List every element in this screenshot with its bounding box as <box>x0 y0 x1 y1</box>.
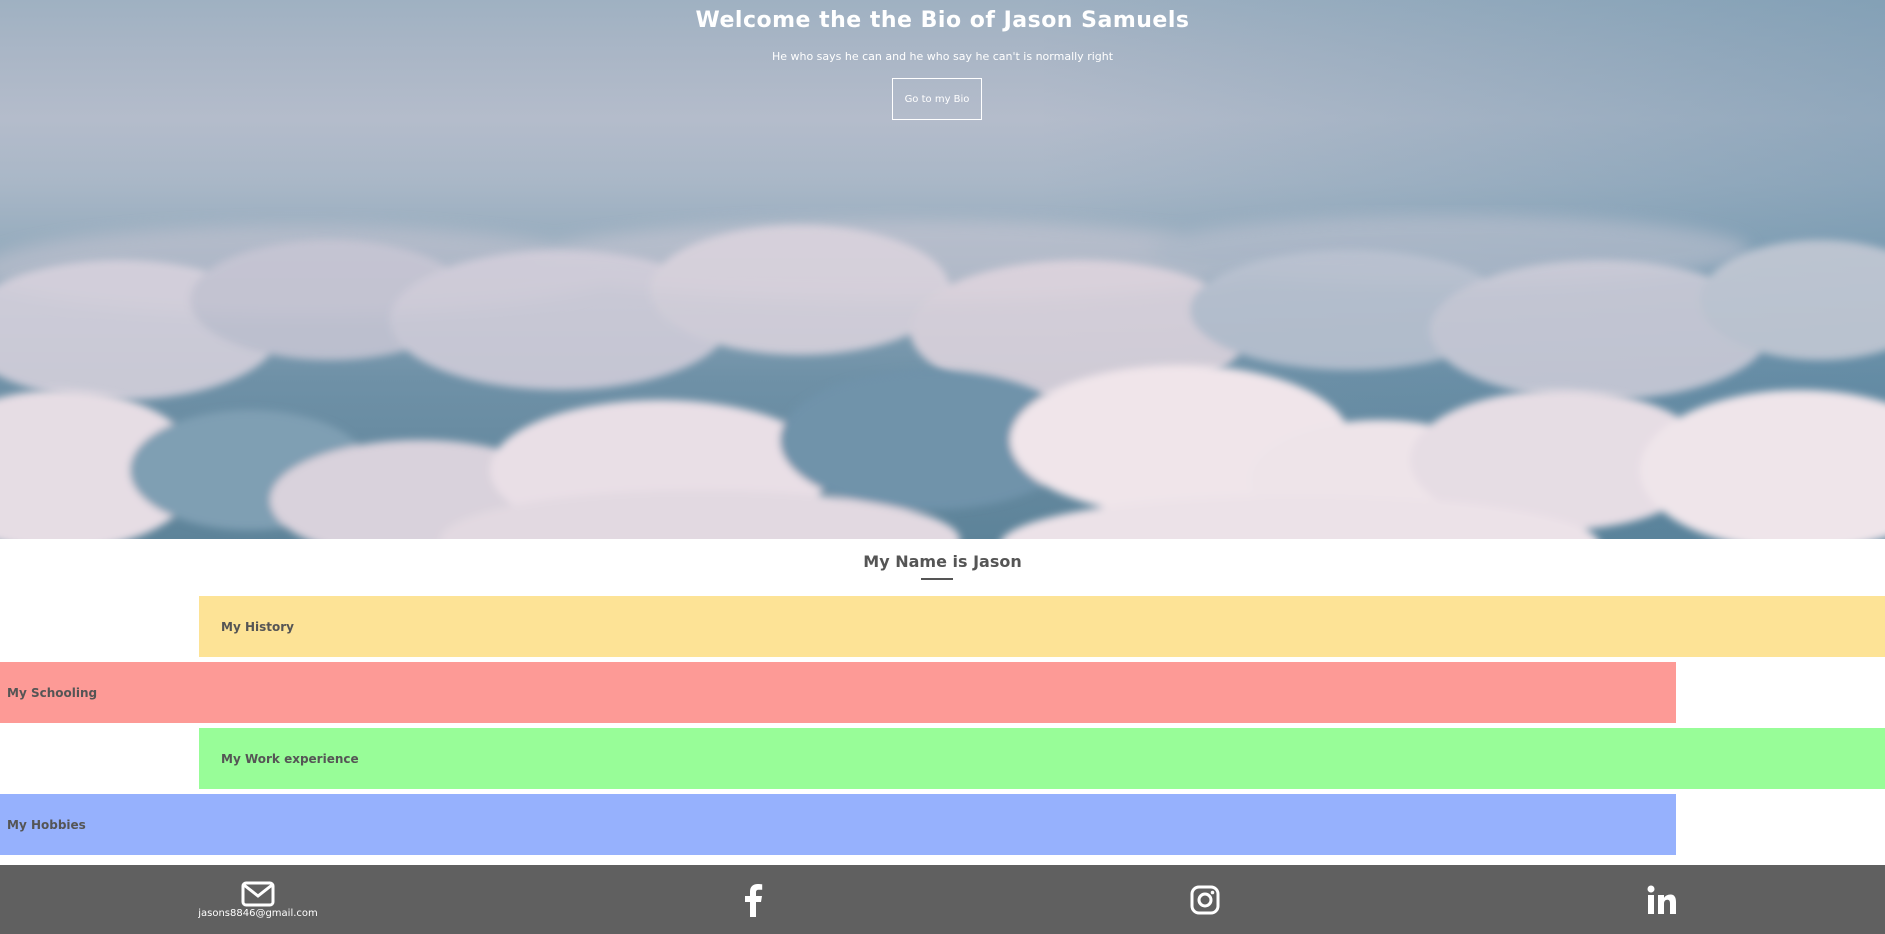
footer: jasons8846@gmail.com <box>0 865 1885 934</box>
email-address: jasons8846@gmail.com <box>198 907 318 919</box>
schooling-label: My Schooling <box>7 685 98 700</box>
schooling-bar[interactable]: My Schooling <box>0 662 1676 723</box>
go-to-bio-button[interactable]: Go to my Bio <box>892 78 982 120</box>
envelope-icon <box>241 881 275 906</box>
instagram-link[interactable] <box>1185 865 1225 934</box>
history-bar[interactable]: My History <box>199 596 1885 657</box>
linkedin-icon <box>1647 885 1676 914</box>
hero-subtitle: He who says he can and he who say he can… <box>771 50 1114 63</box>
work-experience-label: My Work experience <box>221 751 359 766</box>
hero-title: Welcome the the Bio of Jason Samuels <box>695 8 1190 33</box>
linkedin-link[interactable] <box>1642 865 1682 934</box>
section-heading: My Name is Jason <box>863 552 1022 571</box>
hero-banner: Welcome the the Bio of Jason Samuels He … <box>0 0 1885 539</box>
heading-underline <box>921 578 953 580</box>
facebook-link[interactable] <box>733 865 773 934</box>
work-experience-bar[interactable]: My Work experience <box>199 728 1885 789</box>
hobbies-label: My Hobbies <box>7 817 86 832</box>
instagram-icon <box>1190 885 1220 914</box>
hobbies-bar[interactable]: My Hobbies <box>0 794 1676 855</box>
facebook-icon <box>745 883 763 917</box>
email-link[interactable]: jasons8846@gmail.com <box>197 865 319 934</box>
history-label: My History <box>221 619 294 634</box>
